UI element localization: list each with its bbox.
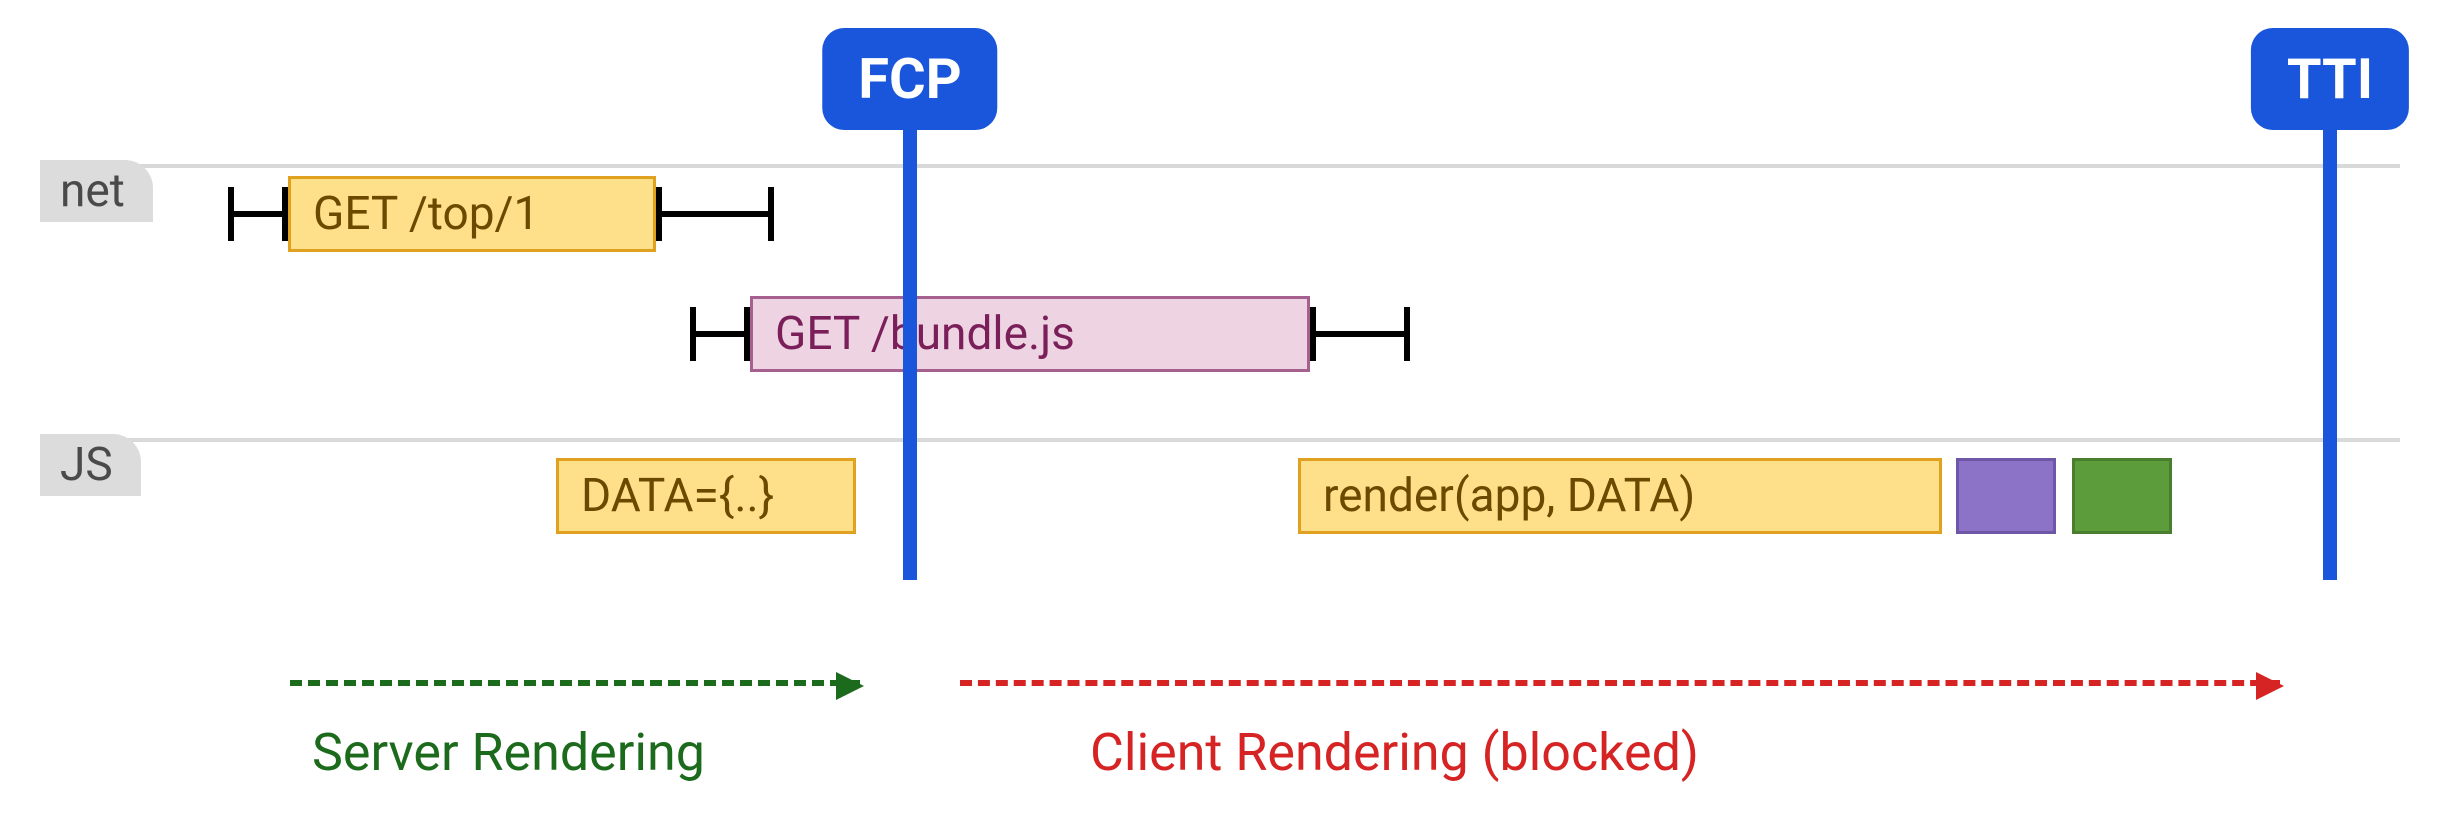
task-data-label: DATA={..}: [581, 473, 774, 519]
task-get-bundle-label: GET /bundle.js: [775, 311, 1075, 357]
lane-rule-net: [40, 164, 2400, 168]
arrow-server-rendering: [290, 680, 860, 686]
tti-line: [2323, 112, 2337, 580]
task-purple-block: [1956, 458, 2056, 534]
task-render: render(app, DATA): [1298, 458, 1942, 534]
lane-label-net: net: [40, 160, 153, 222]
lane-label-js: JS: [40, 434, 141, 496]
whisker-get-top-right: [656, 211, 774, 217]
fcp-line: [903, 112, 917, 580]
caption-server-rendering: Server Rendering: [312, 722, 705, 783]
rendering-timeline-diagram: net JS GET /top/1 GET /bundle.js DATA={.…: [0, 0, 2440, 824]
whisker-get-bundle-right: [1310, 331, 1410, 337]
task-render-label: render(app, DATA): [1323, 473, 1695, 519]
task-get-bundle: GET /bundle.js: [750, 296, 1310, 372]
whisker-get-top-left: [228, 211, 288, 217]
task-get-top: GET /top/1: [288, 176, 656, 252]
task-green-block: [2072, 458, 2172, 534]
tti-badge: TTI: [2251, 28, 2409, 130]
arrow-client-rendering: [960, 680, 2280, 686]
task-data: DATA={..}: [556, 458, 856, 534]
whisker-get-bundle-left: [690, 331, 750, 337]
task-get-top-label: GET /top/1: [313, 191, 539, 237]
caption-client-rendering: Client Rendering (blocked): [1090, 722, 1699, 783]
arrow-head-icon: [836, 672, 864, 700]
arrow-head-icon: [2256, 672, 2284, 700]
fcp-badge: FCP: [822, 28, 997, 130]
lane-rule-js: [40, 438, 2400, 442]
